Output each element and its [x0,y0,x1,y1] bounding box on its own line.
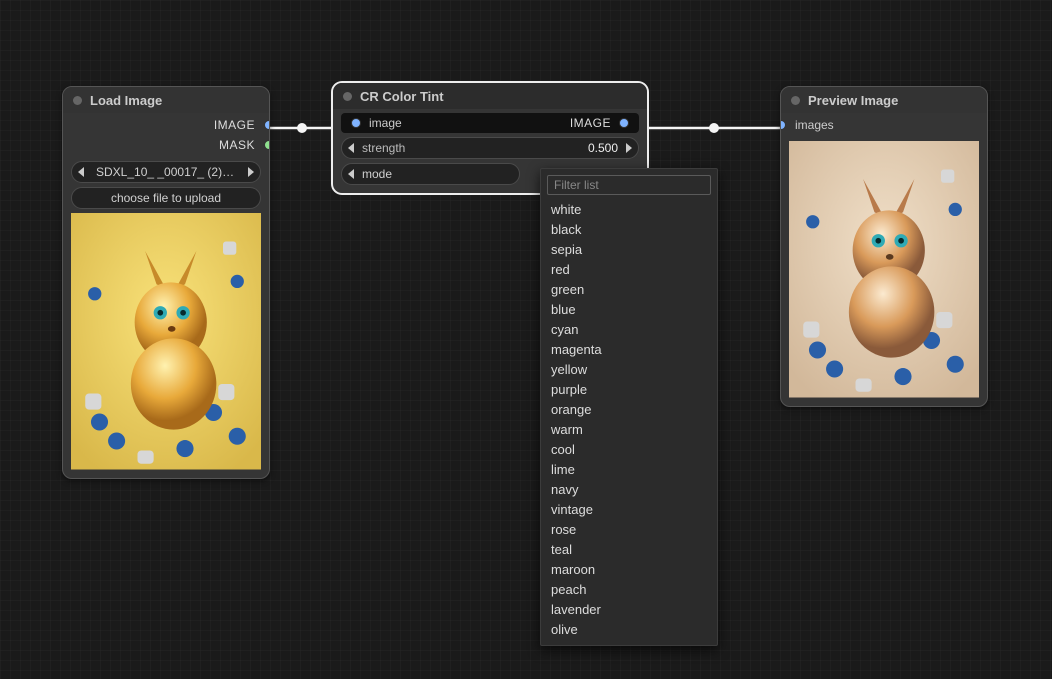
mode-option[interactable]: red [541,259,717,279]
mode-option[interactable]: lavender [541,599,717,619]
mode-option[interactable]: lime [541,459,717,479]
mode-option[interactable]: white [541,199,717,219]
input-images-label: images [795,118,834,132]
strength-label: strength [362,141,405,155]
output-mask-port[interactable] [264,140,270,150]
node-title[interactable]: CR Color Tint [333,83,647,109]
mode-dropdown-popup[interactable]: Filter list whiteblacksepiaredgreenbluec… [540,168,718,646]
upload-button-label: choose file to upload [111,191,221,205]
chevron-left-icon [348,169,354,179]
node-title[interactable]: Preview Image [781,87,987,113]
node-title[interactable]: Load Image [63,87,269,113]
input-images-port[interactable] [780,120,786,130]
node-title-text: Preview Image [808,93,898,108]
mode-widget[interactable]: mode [341,163,520,185]
chevron-right-icon [626,143,632,153]
strength-value: 0.500 [588,141,618,155]
mode-option[interactable]: black [541,219,717,239]
mode-option[interactable]: navy [541,479,717,499]
mode-option[interactable]: green [541,279,717,299]
mode-option[interactable]: orange [541,399,717,419]
collapse-dot-icon[interactable] [73,96,82,105]
chevron-right-icon [248,167,254,177]
node-load-image[interactable]: Load Image IMAGE MASK SDXL_10_ _00017_ (… [62,86,270,479]
mode-option[interactable]: olive [541,619,717,639]
chevron-left-icon [348,143,354,153]
mode-option[interactable]: peach [541,579,717,599]
mode-option[interactable]: purple [541,379,717,399]
collapse-dot-icon[interactable] [343,92,352,101]
chevron-left-icon [78,167,84,177]
file-selector[interactable]: SDXL_10_ _00017_ (2).png [71,161,261,183]
node-title-text: CR Color Tint [360,89,444,104]
mode-option[interactable]: warm [541,419,717,439]
mode-option[interactable]: yellow [541,359,717,379]
mode-option[interactable]: vintage [541,499,717,519]
filter-placeholder: Filter list [554,178,599,192]
upload-button[interactable]: choose file to upload [71,187,261,209]
filter-input[interactable]: Filter list [547,175,711,195]
output-image-port[interactable] [619,118,629,128]
output-image-label: IMAGE [570,116,611,130]
output-mask-label: MASK [219,138,255,152]
file-name: SDXL_10_ _00017_ (2).png [96,165,236,179]
mode-option[interactable]: magenta [541,339,717,359]
mode-option[interactable]: sepia [541,239,717,259]
output-image-port[interactable] [264,120,270,130]
node-preview-image[interactable]: Preview Image images [780,86,988,407]
mode-option[interactable]: teal [541,539,717,559]
mode-label: mode [362,167,392,181]
preview-image-output [789,141,979,398]
loaded-image-preview [71,213,261,470]
strength-widget[interactable]: strength 0.500 [341,137,639,159]
mode-option[interactable]: maroon [541,559,717,579]
node-title-text: Load Image [90,93,162,108]
input-image-port[interactable] [351,118,361,128]
mode-option[interactable]: cyan [541,319,717,339]
mode-option[interactable]: blue [541,299,717,319]
mode-option[interactable]: rose [541,519,717,539]
input-image-label: image [369,116,402,130]
collapse-dot-icon[interactable] [791,96,800,105]
output-image-label: IMAGE [214,118,255,132]
mode-option[interactable]: cool [541,439,717,459]
